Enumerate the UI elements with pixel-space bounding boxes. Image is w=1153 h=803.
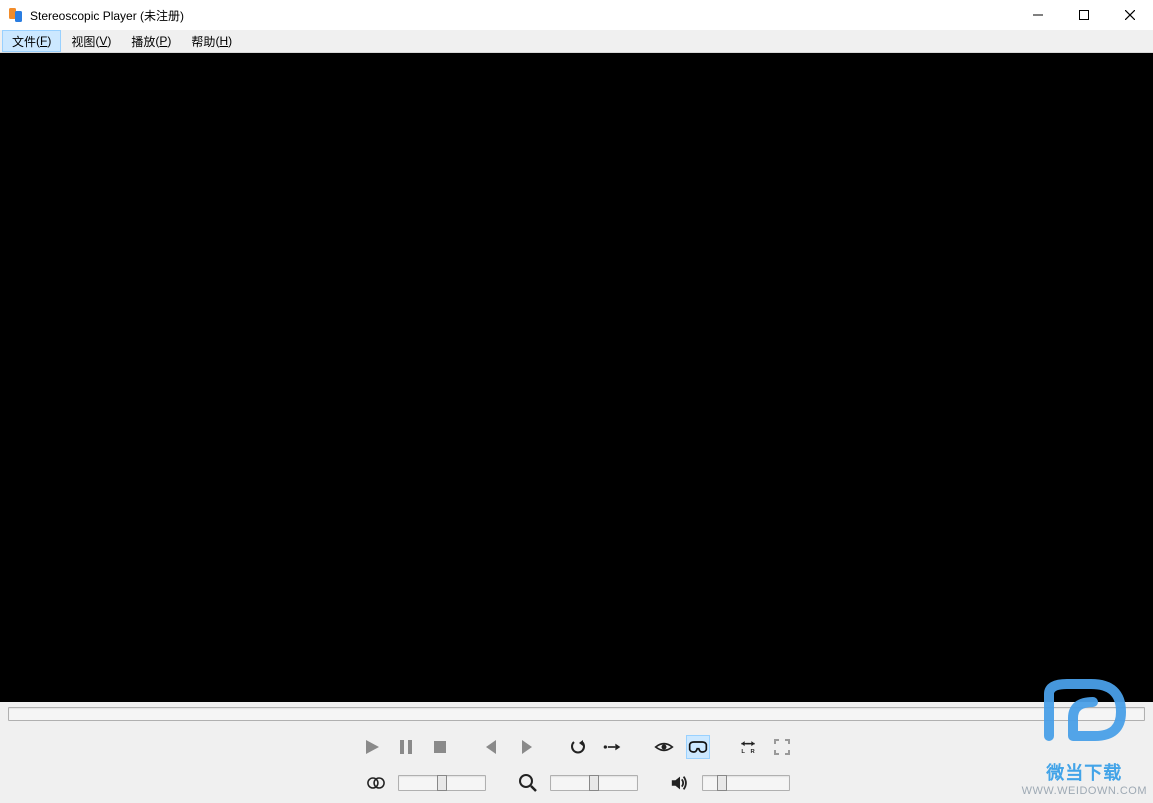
minimize-button[interactable] xyxy=(1015,0,1061,30)
pause-icon xyxy=(396,737,416,757)
play-icon xyxy=(362,737,382,757)
seek-slider[interactable] xyxy=(8,707,1145,721)
step-back-button[interactable] xyxy=(480,735,504,759)
volume-slider-thumb[interactable] xyxy=(717,775,727,791)
controls-row-2 xyxy=(0,768,1153,798)
menu-play[interactable]: 播放(P) xyxy=(121,30,181,52)
zoom-slider-thumb[interactable] xyxy=(589,775,599,791)
step-back-icon xyxy=(482,737,502,757)
ab-repeat-icon xyxy=(602,737,622,757)
minimize-icon xyxy=(1033,10,1043,20)
svg-text:R: R xyxy=(750,749,755,755)
zoom-icon-button[interactable] xyxy=(516,771,540,795)
close-button[interactable] xyxy=(1107,0,1153,30)
maximize-button[interactable] xyxy=(1061,0,1107,30)
fullscreen-icon xyxy=(772,737,792,757)
swap-lr-button[interactable]: L R xyxy=(736,735,760,759)
step-forward-icon xyxy=(516,737,536,757)
menu-play-hotkey: (P) xyxy=(155,34,171,48)
step-forward-button[interactable] xyxy=(514,735,538,759)
menubar: 文件(F) 视图(V) 播放(P) 帮助(H) xyxy=(0,30,1153,53)
menu-play-label: 播放 xyxy=(131,33,155,50)
seekbar-row xyxy=(0,702,1153,725)
zoom-slider[interactable] xyxy=(550,775,638,791)
eye-icon xyxy=(654,737,674,757)
menu-file-hotkey: (F) xyxy=(36,34,51,48)
stop-icon xyxy=(430,737,450,757)
menu-view-hotkey: (V) xyxy=(95,34,111,48)
glasses-icon xyxy=(688,737,708,757)
swap-lr-icon: L R xyxy=(738,737,758,757)
magnifier-icon xyxy=(518,773,538,793)
menu-help-label: 帮助 xyxy=(191,33,215,50)
menu-view[interactable]: 视图(V) xyxy=(61,30,121,52)
play-button[interactable] xyxy=(360,735,384,759)
speaker-icon xyxy=(670,773,690,793)
window-controls xyxy=(1015,0,1153,30)
loop-rewind-button[interactable] xyxy=(566,735,590,759)
stereo-glasses-button[interactable] xyxy=(686,735,710,759)
titlebar-left: Stereoscopic Player (未注册) xyxy=(0,7,184,24)
video-viewport[interactable] xyxy=(0,53,1153,702)
menu-help-hotkey: (H) xyxy=(215,34,232,48)
volume-slider[interactable] xyxy=(702,775,790,791)
titlebar: Stereoscopic Player (未注册) xyxy=(0,0,1153,30)
separation-slider-thumb[interactable] xyxy=(437,775,447,791)
menu-view-label: 视图 xyxy=(71,33,95,50)
controls-row-1: L R xyxy=(0,732,1153,762)
separation-icon-button[interactable] xyxy=(364,771,388,795)
view-mode-button[interactable] xyxy=(652,735,676,759)
rewind-icon xyxy=(568,737,588,757)
menu-file[interactable]: 文件(F) xyxy=(2,30,61,52)
svg-text:L: L xyxy=(741,749,745,755)
menu-help[interactable]: 帮助(H) xyxy=(181,30,242,52)
playback-controls: L R xyxy=(0,725,1153,803)
stop-button[interactable] xyxy=(428,735,452,759)
pause-button[interactable] xyxy=(394,735,418,759)
ab-repeat-button[interactable] xyxy=(600,735,624,759)
window-title: Stereoscopic Player (未注册) xyxy=(30,7,184,24)
close-icon xyxy=(1125,10,1135,20)
maximize-icon xyxy=(1079,10,1089,20)
volume-icon-button[interactable] xyxy=(668,771,692,795)
fullscreen-button[interactable] xyxy=(770,735,794,759)
separation-icon xyxy=(366,773,386,793)
separation-slider[interactable] xyxy=(398,775,486,791)
app-icon xyxy=(8,7,24,23)
menu-file-label: 文件 xyxy=(12,33,36,50)
